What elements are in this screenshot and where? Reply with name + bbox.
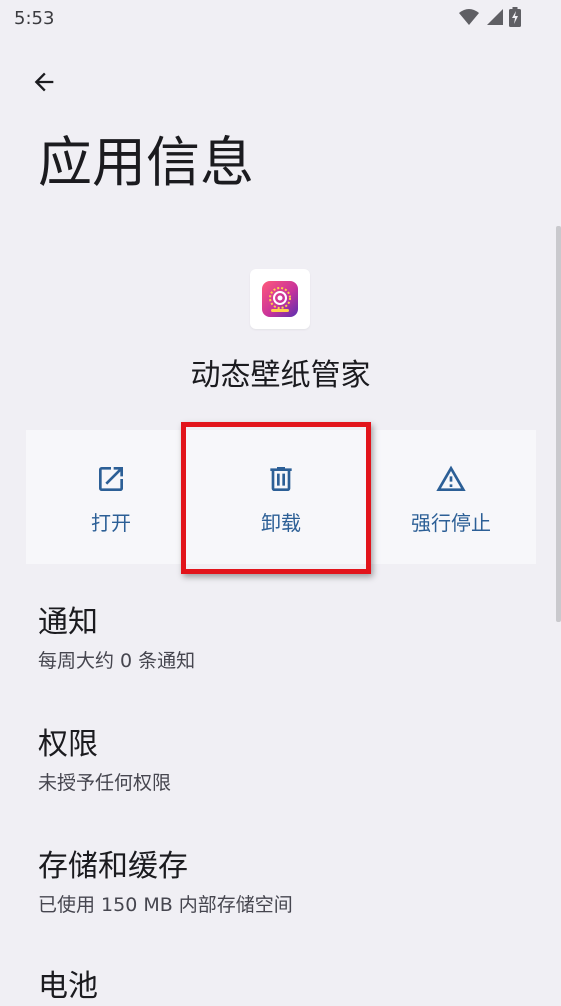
list-item-title: 通知 <box>38 605 98 640</box>
status-icons <box>459 7 521 27</box>
list-item-subtitle: 未授予任何权限 <box>38 772 172 794</box>
scrollbar[interactable] <box>556 226 561 622</box>
list-item-notifications[interactable]: 通知 每周大约 0 条通知 <box>38 604 518 673</box>
list-item-battery[interactable]: 电池 <box>38 968 518 1006</box>
app-logo-icon <box>269 287 291 312</box>
signal-icon <box>487 9 503 25</box>
list-item-title: 电池 <box>38 969 98 1004</box>
uninstall-button[interactable]: 卸载 <box>196 430 366 564</box>
open-button[interactable]: 打开 <box>26 430 196 564</box>
arrow-left-icon <box>34 72 54 92</box>
status-time: 5:53 <box>14 8 55 29</box>
list-item-subtitle: 每周大约 0 条通知 <box>38 650 196 672</box>
list-item-storage[interactable]: 存储和缓存 已使用 150 MB 内部存储空间 <box>38 848 518 917</box>
page-title: 应用信息 <box>38 131 254 194</box>
list-item-title: 存储和缓存 <box>38 849 188 884</box>
warning-icon <box>436 465 466 491</box>
status-bar: 5:53 <box>0 0 561 40</box>
back-button[interactable] <box>22 60 66 104</box>
action-bar: 打开 卸载 强行停止 <box>26 430 536 564</box>
open-label: 打开 <box>91 511 131 535</box>
uninstall-label: 卸载 <box>261 511 301 535</box>
list-item-permissions[interactable]: 权限 未授予任何权限 <box>38 726 518 795</box>
app-icon <box>250 269 310 329</box>
open-external-icon <box>99 467 123 491</box>
force-stop-button[interactable]: 强行停止 <box>366 430 536 564</box>
app-name: 动态壁纸管家 <box>190 358 371 393</box>
list-item-subtitle: 已使用 150 MB 内部存储空间 <box>38 894 293 916</box>
force-stop-label: 强行停止 <box>411 511 491 535</box>
trash-icon <box>270 467 292 491</box>
battery-icon <box>509 7 521 27</box>
list-item-title: 权限 <box>38 727 98 762</box>
wifi-icon <box>459 9 479 25</box>
